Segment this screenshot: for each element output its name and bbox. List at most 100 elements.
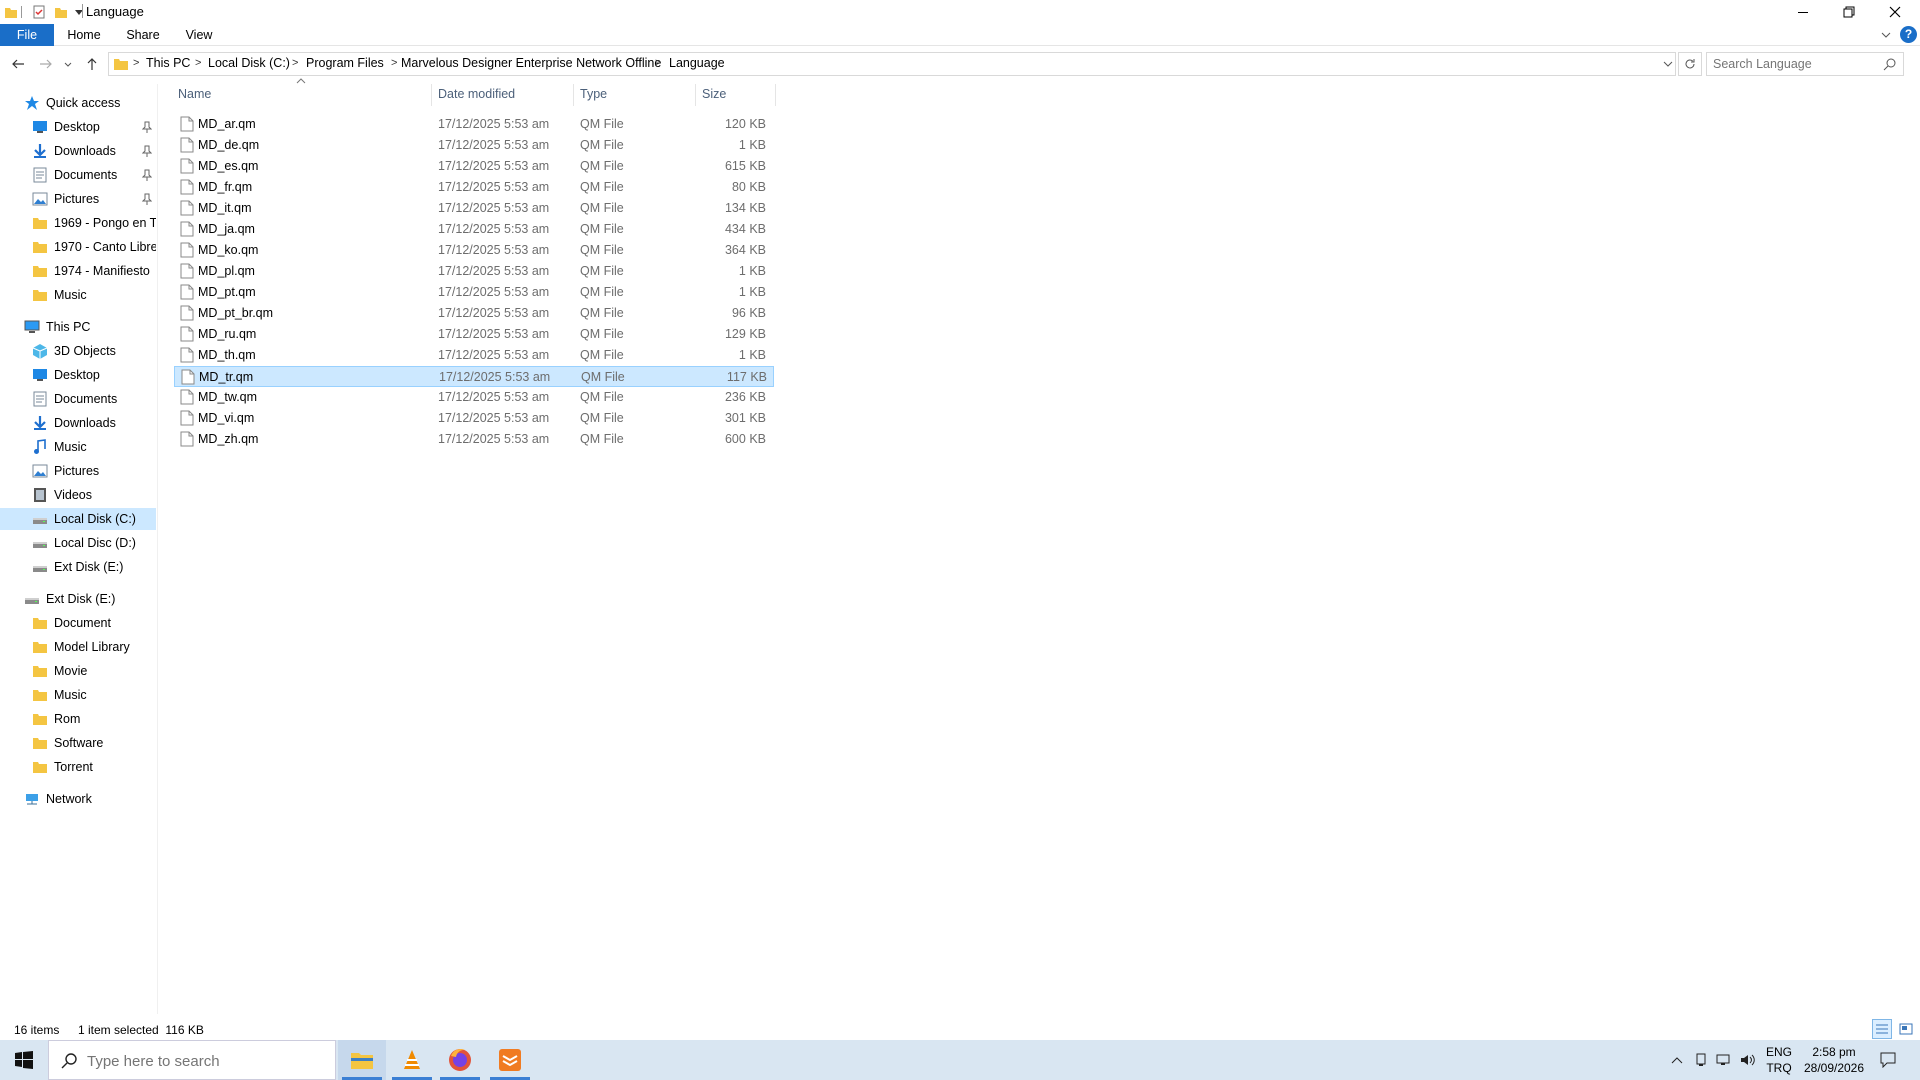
nav-network[interactable]: Network — [0, 788, 156, 810]
column-header-name[interactable]: Name — [172, 84, 432, 106]
nav-quick-access[interactable]: Quick access — [0, 92, 156, 114]
address-bar[interactable]: > This PC > Local Disk (C:) > Program Fi… — [108, 52, 1676, 76]
properties-icon[interactable] — [32, 3, 46, 21]
show-hidden-icons-icon[interactable] — [1664, 1040, 1690, 1080]
breadcrumb-local-disk[interactable]: Local Disk (C:) — [208, 56, 290, 70]
meet-now-icon[interactable] — [1690, 1040, 1712, 1080]
close-button[interactable] — [1872, 0, 1918, 24]
file-row[interactable]: MD_pt.qm 17/12/2025 5:53 am QM File 1 KB — [174, 282, 774, 303]
back-icon[interactable] — [8, 54, 28, 74]
column-header-date[interactable]: Date modified — [432, 84, 574, 106]
nav-item-documents[interactable]: Documents — [0, 388, 156, 410]
recent-locations-icon[interactable] — [62, 54, 74, 74]
nav-item-downloads[interactable]: Downloads — [0, 412, 156, 434]
breadcrumb-separator[interactable]: > — [195, 57, 201, 69]
nav-item-local-disk-c-[interactable]: Local Disk (C:) — [0, 508, 156, 530]
nav-item-documents[interactable]: Documents — [0, 164, 156, 186]
nav-item-desktop[interactable]: Desktop — [0, 364, 156, 386]
nav-item-downloads[interactable]: Downloads — [0, 140, 156, 162]
refresh-icon[interactable] — [1678, 52, 1702, 76]
nav-item-torrent[interactable]: Torrent — [0, 756, 156, 778]
file-row[interactable]: MD_ja.qm 17/12/2025 5:53 am QM File 434 KB — [174, 219, 774, 240]
file-row[interactable]: MD_es.qm 17/12/2025 5:53 am QM File 615 KB — [174, 156, 774, 177]
file-row[interactable]: MD_it.qm 17/12/2025 5:53 am QM File 134 KB — [174, 198, 774, 219]
file-row[interactable]: MD_ru.qm 17/12/2025 5:53 am QM File 129 KB — [174, 324, 774, 345]
file-type: QM File — [580, 180, 624, 194]
pane-divider[interactable] — [157, 84, 158, 1014]
notifications-icon[interactable] — [1872, 1040, 1904, 1080]
file-row[interactable]: MD_zh.qm 17/12/2025 5:53 am QM File 600 KB — [174, 429, 774, 450]
network-status-icon[interactable] — [1712, 1040, 1736, 1080]
volume-icon[interactable] — [1736, 1040, 1760, 1080]
firefox-taskbar-button[interactable] — [436, 1040, 484, 1080]
nav-item-movie[interactable]: Movie — [0, 660, 156, 682]
nav-item-desktop[interactable]: Desktop — [0, 116, 156, 138]
file-explorer-taskbar-button[interactable] — [338, 1040, 386, 1080]
minimize-button[interactable] — [1780, 0, 1826, 24]
taskbar-search-input[interactable] — [87, 1052, 317, 1070]
clock[interactable]: 2:58 pm 28/09/2026 — [1800, 1040, 1868, 1080]
nav-item-local-disc-d-[interactable]: Local Disc (D:) — [0, 532, 156, 554]
search-box[interactable] — [1706, 52, 1904, 76]
expand-ribbon-icon[interactable] — [1880, 29, 1892, 41]
file-row[interactable]: MD_de.qm 17/12/2025 5:53 am QM File 1 KB — [174, 135, 774, 156]
file-row[interactable]: MD_tr.qm 17/12/2025 5:53 am QM File 117 KB — [174, 366, 774, 387]
column-header-size[interactable]: Size — [696, 84, 776, 106]
breadcrumb-separator[interactable]: > — [292, 57, 298, 69]
tab-view[interactable]: View — [178, 24, 220, 46]
tab-file[interactable]: File — [0, 24, 54, 46]
start-button[interactable] — [0, 1040, 48, 1080]
nav-item-music[interactable]: Music — [0, 284, 156, 306]
file-row[interactable]: MD_pt_br.qm 17/12/2025 5:53 am QM File 96 K… — [174, 303, 774, 324]
details-view-icon[interactable] — [1872, 1019, 1892, 1039]
file-row[interactable]: MD_ko.qm 17/12/2025 5:53 am QM File 364 KB — [174, 240, 774, 261]
breadcrumb-separator[interactable]: > — [391, 57, 397, 69]
file-row[interactable]: MD_vi.qm 17/12/2025 5:53 am QM File 301 KB — [174, 408, 774, 429]
file-size: 1 KB — [738, 264, 766, 278]
large-icons-view-icon[interactable] — [1896, 1019, 1916, 1039]
address-history-icon[interactable] — [1663, 59, 1673, 69]
file-name: MD_ja.qm — [198, 222, 255, 236]
column-header-type[interactable]: Type — [574, 84, 696, 106]
file-row[interactable]: MD_pl.qm 17/12/2025 5:53 am QM File 1 KB — [174, 261, 774, 282]
up-icon[interactable] — [82, 54, 102, 74]
nav-item-videos[interactable]: Videos — [0, 484, 156, 506]
input-language[interactable]: ENG TRQ — [1762, 1040, 1796, 1080]
help-icon[interactable]: ? — [1900, 26, 1917, 43]
nav-item-pictures[interactable]: Pictures — [0, 460, 156, 482]
file-type: QM File — [580, 201, 624, 215]
nav-item-music[interactable]: Music — [0, 436, 156, 458]
nav-this-pc[interactable]: This PC — [0, 316, 156, 338]
file-row[interactable]: MD_ar.qm 17/12/2025 5:53 am QM File 120 KB — [174, 114, 774, 135]
tab-share[interactable]: Share — [120, 24, 166, 46]
breadcrumb-separator[interactable]: > — [655, 57, 661, 69]
nav-item-ext-disk-e-[interactable]: Ext Disk (E:) — [0, 556, 156, 578]
nav-item-3d-objects[interactable]: 3D Objects — [0, 340, 156, 362]
file-row[interactable]: MD_tw.qm 17/12/2025 5:53 am QM File 236 KB — [174, 387, 774, 408]
forward-icon[interactable] — [36, 54, 56, 74]
nav-item-rom[interactable]: Rom — [0, 708, 156, 730]
restore-button[interactable] — [1826, 0, 1872, 24]
breadcrumb-separator[interactable]: > — [133, 57, 139, 69]
marvelous-designer-taskbar-button[interactable] — [486, 1040, 534, 1080]
nav-item-document[interactable]: Document — [0, 612, 156, 634]
vlc-taskbar-button[interactable] — [388, 1040, 436, 1080]
breadcrumb-this-pc[interactable]: This PC — [146, 56, 190, 70]
breadcrumb-marvelous-designer[interactable]: Marvelous Designer Enterprise Network Of… — [401, 56, 661, 70]
nav-item-1974-manifiesto[interactable]: 1974 - Manifiesto — [0, 260, 156, 282]
nav-item-music[interactable]: Music — [0, 684, 156, 706]
breadcrumb-program-files[interactable]: Program Files — [306, 56, 384, 70]
taskbar-search[interactable] — [48, 1040, 336, 1080]
new-folder-icon[interactable] — [54, 3, 68, 21]
nav-item-1970-canto-libre[interactable]: 1970 - Canto Libre — [0, 236, 156, 258]
file-row[interactable]: MD_th.qm 17/12/2025 5:53 am QM File 1 KB — [174, 345, 774, 366]
nav-ext-disk[interactable]: Ext Disk (E:) — [0, 588, 156, 610]
nav-item-model-library[interactable]: Model Library — [0, 636, 156, 658]
tab-home[interactable]: Home — [62, 24, 106, 46]
nav-item-1969-pongo-en-tu[interactable]: 1969 - Pongo en Tu — [0, 212, 156, 234]
search-input[interactable] — [1713, 56, 1873, 72]
breadcrumb-language[interactable]: Language — [669, 56, 725, 70]
file-row[interactable]: MD_fr.qm 17/12/2025 5:53 am QM File 80 KB — [174, 177, 774, 198]
nav-item-software[interactable]: Software — [0, 732, 156, 754]
nav-item-pictures[interactable]: Pictures — [0, 188, 156, 210]
